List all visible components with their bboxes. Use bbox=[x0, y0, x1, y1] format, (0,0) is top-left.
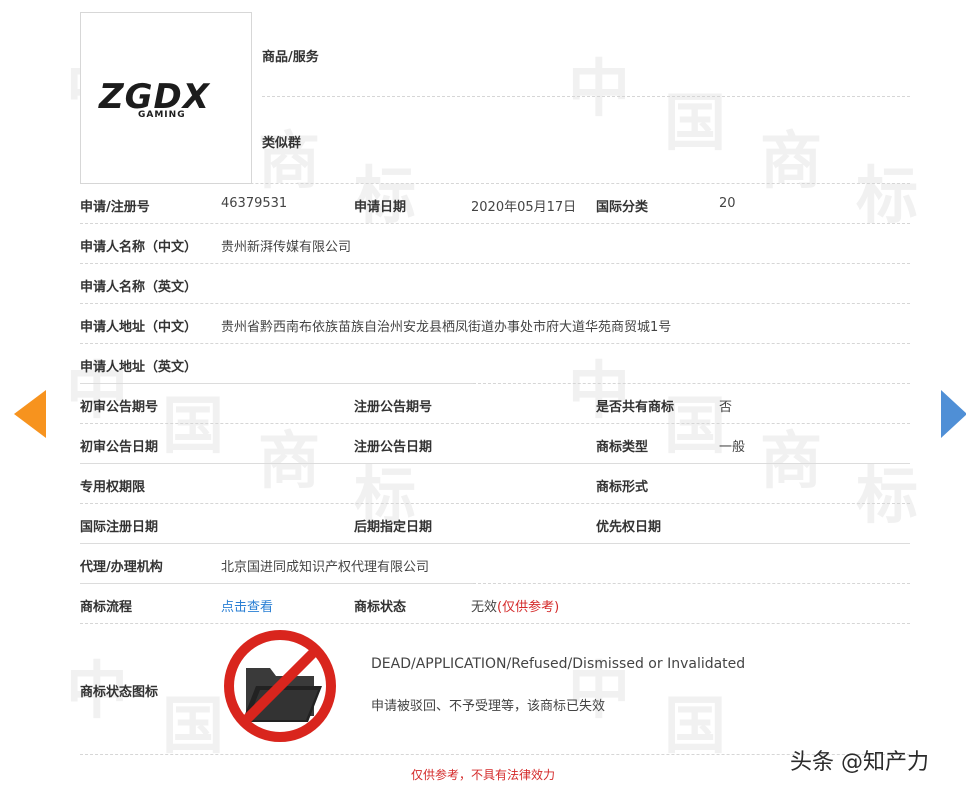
similar-group-label: 类似群 bbox=[262, 136, 302, 151]
divider bbox=[80, 183, 910, 184]
watermark-guo: 国 bbox=[664, 689, 727, 762]
intl-class-value: 20 bbox=[719, 196, 736, 211]
status-chinese-text: 申请被驳回、不予受理等，该商标已失效 bbox=[371, 699, 606, 714]
divider bbox=[80, 303, 910, 304]
reg-pub-date-label: 注册公告日期 bbox=[354, 440, 433, 455]
divider bbox=[473, 583, 910, 584]
applicant-address-cn-value: 贵州省黔西南布依族苗族自治州安龙县栖凤街道办事处市府大道华苑商贸城1号 bbox=[221, 320, 672, 335]
registration-no-label: 申请/注册号 bbox=[80, 200, 150, 215]
next-arrow-button[interactable] bbox=[941, 390, 966, 438]
invalid-folder-icon-graphic bbox=[224, 630, 336, 742]
goods-services-label: 商品/服务 bbox=[262, 50, 319, 65]
status-value-text: 无效 bbox=[471, 600, 498, 615]
application-date-value: 2020年05月17日 bbox=[471, 200, 577, 215]
divider bbox=[80, 383, 473, 384]
mark-type-value: 一般 bbox=[719, 440, 746, 455]
prev-arrow-button[interactable] bbox=[14, 390, 46, 438]
divider bbox=[80, 543, 910, 544]
source-credit: 头条 @知产力 bbox=[790, 750, 929, 775]
exclusive-period-label: 专用权期限 bbox=[80, 480, 146, 495]
shared-mark-value: 否 bbox=[719, 400, 733, 415]
application-date-label: 申请日期 bbox=[354, 200, 407, 215]
trademark-image: ZGDX GAMING bbox=[80, 12, 252, 184]
prelim-pub-no-label: 初审公告期号 bbox=[80, 400, 159, 415]
process-view-link[interactable]: 点击查看 bbox=[221, 596, 273, 615]
status-english-text: DEAD/APPLICATION/Refused/Dismissed or In… bbox=[371, 656, 746, 672]
applicant-name-cn-label: 申请人名称（中文） bbox=[80, 240, 198, 255]
divider bbox=[80, 223, 910, 224]
applicant-name-en-label: 申请人名称（英文） bbox=[80, 280, 198, 295]
later-designation-date-label: 后期指定日期 bbox=[354, 520, 433, 535]
applicant-name-cn-value: 贵州新湃传媒有限公司 bbox=[221, 240, 352, 255]
divider bbox=[80, 754, 910, 755]
prelim-pub-date-label: 初审公告日期 bbox=[80, 440, 159, 455]
divider bbox=[80, 263, 910, 264]
divider bbox=[80, 343, 910, 344]
shared-mark-label: 是否共有商标 bbox=[596, 400, 675, 415]
mark-type-label: 商标类型 bbox=[596, 440, 649, 455]
applicant-address-en-label: 申请人地址（英文） bbox=[80, 360, 198, 375]
intl-class-label: 国际分类 bbox=[596, 200, 649, 215]
status-value: 无效(仅供参考) bbox=[471, 596, 559, 615]
divider bbox=[473, 383, 910, 384]
divider bbox=[80, 463, 910, 464]
status-icon-label: 商标状态图标 bbox=[80, 685, 159, 700]
watermark-guo: 国 bbox=[162, 389, 225, 462]
agency-value: 北京国进同成知识产权代理有限公司 bbox=[221, 560, 430, 575]
watermark-biao: 标 bbox=[856, 459, 919, 532]
intl-reg-date-label: 国际注册日期 bbox=[80, 520, 159, 535]
divider bbox=[262, 96, 910, 97]
status-note: (仅供参考) bbox=[497, 600, 560, 615]
watermark-shang: 商 bbox=[258, 424, 321, 497]
priority-date-label: 优先权日期 bbox=[596, 520, 662, 535]
divider bbox=[80, 623, 910, 624]
reg-pub-no-label: 注册公告期号 bbox=[354, 400, 433, 415]
divider bbox=[80, 583, 473, 584]
registration-no-value: 46379531 bbox=[221, 196, 288, 211]
logo-sub-text: GAMING bbox=[138, 110, 186, 120]
divider bbox=[80, 503, 910, 504]
status-label: 商标状态 bbox=[354, 600, 407, 615]
watermark-biao: 标 bbox=[856, 159, 919, 232]
process-label: 商标流程 bbox=[80, 600, 133, 615]
mark-form-label: 商标形式 bbox=[596, 480, 649, 495]
watermark-guo: 国 bbox=[162, 689, 225, 762]
watermark-guo: 国 bbox=[664, 86, 727, 159]
agency-label: 代理/办理机构 bbox=[80, 560, 163, 575]
divider bbox=[80, 423, 910, 424]
invalid-folder-icon bbox=[222, 628, 342, 752]
applicant-address-cn-label: 申请人地址（中文） bbox=[80, 320, 198, 335]
watermark-zhong: 中 bbox=[568, 52, 631, 125]
watermark-shang: 商 bbox=[760, 424, 823, 497]
